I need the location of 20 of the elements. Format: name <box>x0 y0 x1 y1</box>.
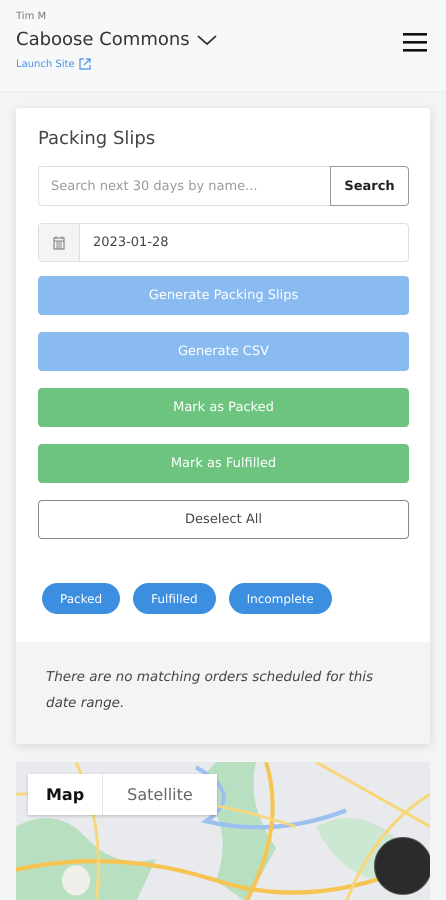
action-button[interactable]: Mark as Fulfilled <box>38 444 409 483</box>
card-title: Packing Slips <box>38 128 156 149</box>
launch-site-link[interactable]: Launch Site <box>16 58 91 70</box>
status-filter-chip[interactable]: Incomplete <box>228 583 332 614</box>
external-link-icon <box>78 58 91 70</box>
search-button[interactable]: Search <box>330 166 409 206</box>
site-selector[interactable]: Caboose Commons <box>16 26 218 54</box>
calendar-icon <box>53 236 65 250</box>
chevron-down-icon <box>196 33 218 47</box>
search-field[interactable]: Search next 30 days by name... <box>38 166 330 206</box>
user-name: Tim M <box>16 10 46 24</box>
action-button[interactable]: Mark as Packed <box>38 388 409 427</box>
map-type-tab[interactable]: Satellite <box>102 774 217 815</box>
date-field[interactable]: 2023-01-28 <box>38 223 409 262</box>
action-button[interactable]: Deselect All <box>38 500 409 539</box>
menu-icon[interactable] <box>402 31 428 53</box>
status-filter-chip[interactable]: Packed <box>42 583 120 614</box>
map-type-tab[interactable]: Map <box>28 774 102 815</box>
empty-message: There are no matching orders scheduled for this date range. <box>46 668 374 713</box>
status-filter-chip[interactable]: Fulfilled <box>133 583 216 614</box>
